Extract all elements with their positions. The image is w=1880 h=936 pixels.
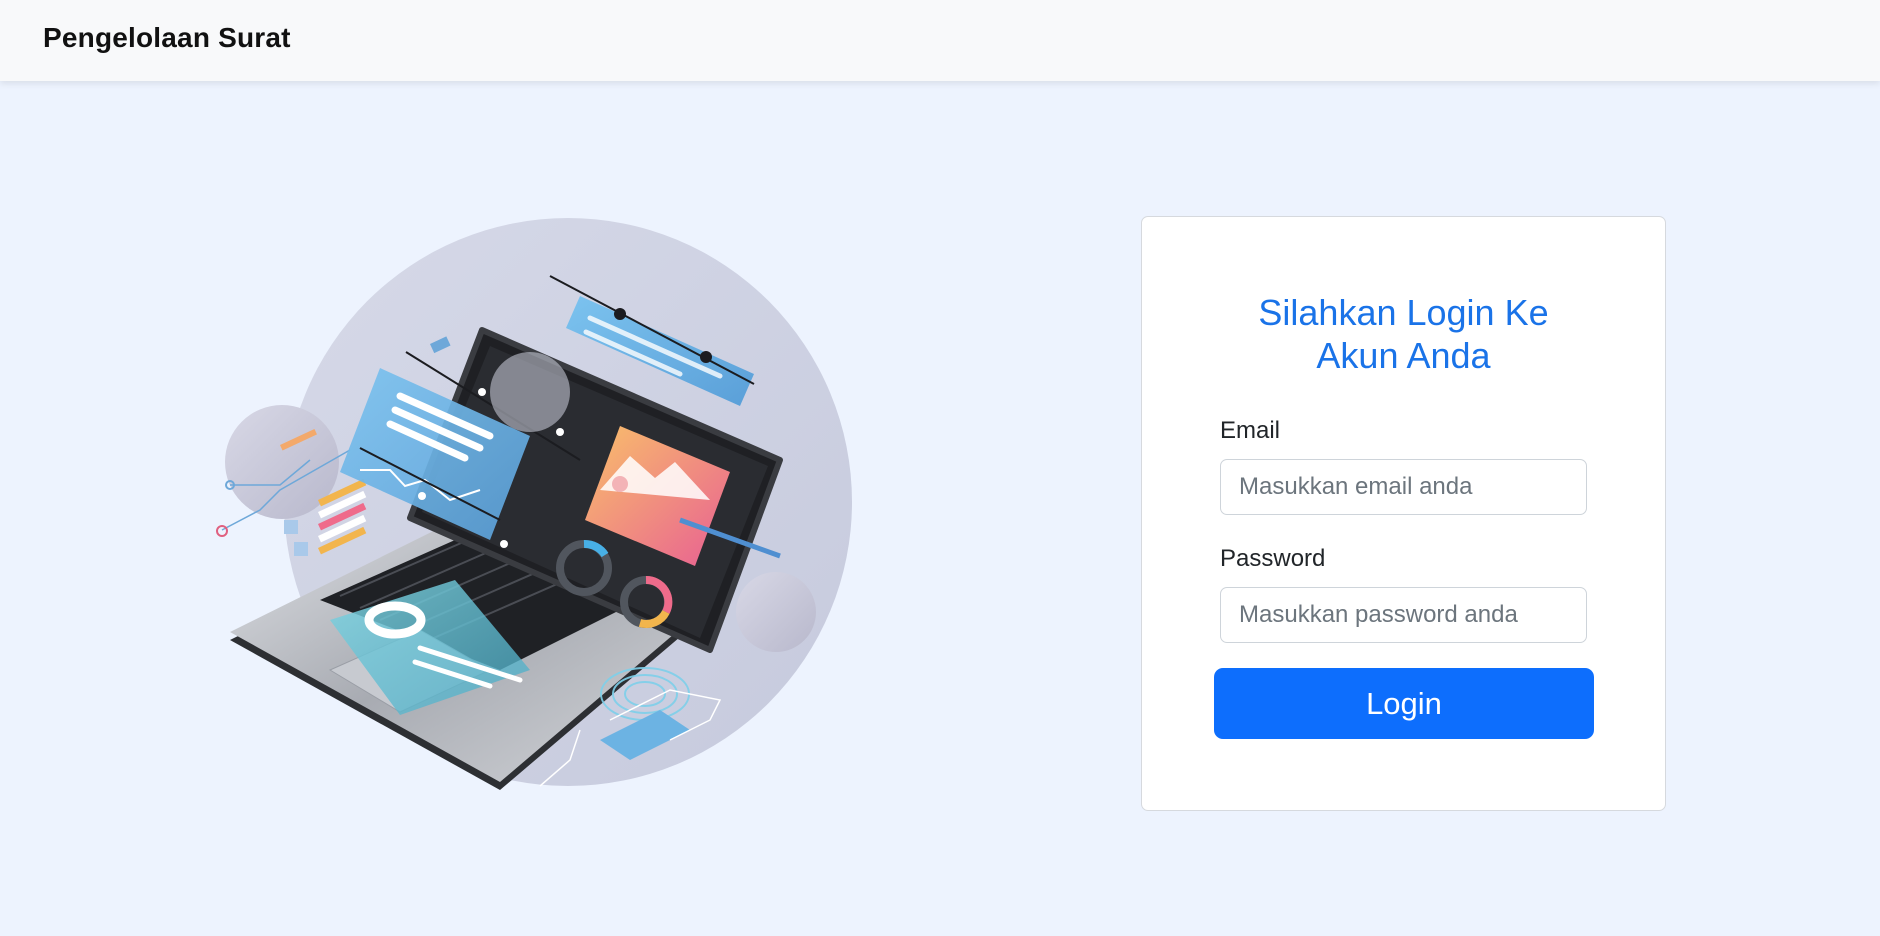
navbar: Pengelolaan Surat — [0, 0, 1880, 81]
email-label: Email — [1220, 417, 1281, 444]
login-card: Silahkan Login Ke Akun Anda Email Passwo… — [1141, 216, 1666, 811]
password-label: Password — [1220, 545, 1326, 572]
login-button[interactable]: Login — [1214, 668, 1594, 739]
login-title-line-2: Akun Anda — [1316, 335, 1491, 376]
email-input[interactable] — [1220, 459, 1587, 515]
brand-title[interactable]: Pengelolaan Surat — [43, 22, 291, 54]
laptop-illustration — [200, 200, 880, 820]
login-title: Silahkan Login Ke Akun Anda — [1142, 291, 1665, 377]
password-input[interactable] — [1220, 587, 1587, 643]
login-title-line-1: Silahkan Login Ke — [1258, 292, 1549, 333]
